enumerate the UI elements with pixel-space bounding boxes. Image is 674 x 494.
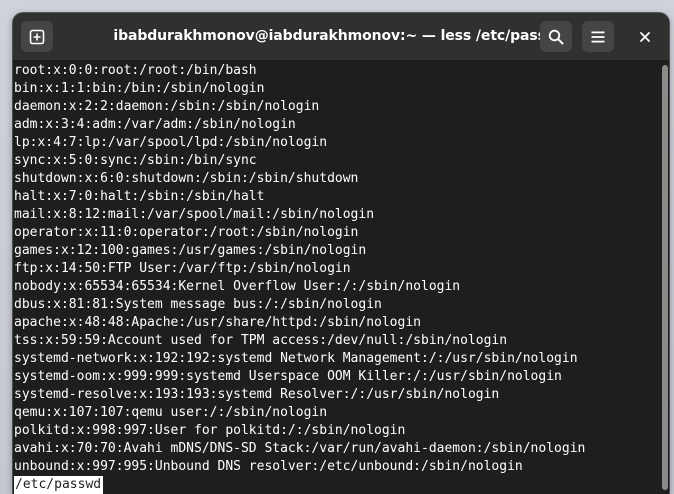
terminal-line: systemd-network:x:192:192:systemd Networ…	[14, 351, 578, 366]
terminal-line: unbound:x:997:995:Unbound DNS resolver:/…	[14, 459, 523, 474]
terminal-line: tss:x:59:59:Account used for TPM access:…	[14, 333, 508, 348]
terminal-line: systemd-resolve:x:193:193:systemd Resolv…	[14, 387, 500, 402]
terminal-line: adm:x:3:4:adm:/var/adm:/sbin/nologin	[14, 117, 296, 132]
terminal-line: avahi:x:70:70:Avahi mDNS/DNS-SD Stack:/v…	[14, 441, 586, 456]
terminal-window: ibabdurakhmonov@iabdurakhmonov:~ — less …	[13, 13, 669, 494]
close-button[interactable]	[629, 21, 661, 52]
terminal-line: bin:x:1:1:bin:/bin:/sbin/nologin	[14, 81, 265, 96]
new-tab-button[interactable]	[21, 21, 53, 52]
terminal-line: daemon:x:2:2:daemon:/sbin:/sbin/nologin	[14, 99, 320, 114]
terminal-line: games:x:12:100:games:/usr/games:/sbin/no…	[14, 243, 367, 258]
hamburger-menu-icon	[591, 31, 605, 42]
terminal-line: sync:x:5:0:sync:/sbin:/bin/sync	[14, 153, 257, 168]
terminal-line: halt:x:7:0:halt:/sbin:/sbin/halt	[14, 189, 265, 204]
terminal-line: nobody:x:65534:65534:Kernel Overflow Use…	[14, 279, 461, 294]
main-menu-button[interactable]	[582, 21, 614, 52]
scrollbar-thumb[interactable]	[662, 65, 668, 490]
terminal-output: root:x:0:0:root:/root:/bin/bash bin:x:1:…	[14, 62, 585, 476]
terminal-line: systemd-oom:x:999:999:systemd Userspace …	[14, 369, 562, 384]
terminal-line: shutdown:x:6:0:shutdown:/sbin:/sbin/shut…	[14, 171, 359, 186]
terminal-line: mail:x:8:12:mail:/var/spool/mail:/sbin/n…	[14, 207, 375, 222]
search-icon	[548, 29, 564, 44]
terminal-line: lp:x:4:7:lp:/var/spool/lpd:/sbin/nologin	[14, 135, 328, 150]
terminal-scrollbar[interactable]	[661, 61, 669, 494]
terminal-line: operator:x:11:0:operator:/root:/sbin/nol…	[14, 225, 359, 240]
less-status-line: /etc/passwd	[14, 476, 104, 494]
search-button[interactable]	[540, 21, 572, 52]
terminal-line: apache:x:48:48:Apache:/usr/share/httpd:/…	[14, 315, 421, 330]
terminal-line: qemu:x:107:107:qemu user:/:/sbin/nologin	[14, 405, 328, 420]
new-tab-icon	[29, 29, 45, 44]
terminal-view[interactable]: root:x:0:0:root:/root:/bin/bash bin:x:1:…	[13, 61, 661, 494]
header-bar: ibabdurakhmonov@iabdurakhmonov:~ — less …	[13, 13, 669, 61]
close-icon	[640, 31, 650, 42]
desktop-background: ibabdurakhmonov@iabdurakhmonov:~ — less …	[0, 0, 674, 494]
terminal-line: dbus:x:81:81:System message bus:/:/sbin/…	[14, 297, 382, 312]
terminal-line: root:x:0:0:root:/root:/bin/bash	[14, 63, 257, 78]
terminal-line: polkitd:x:998:997:User for polkitd:/:/sb…	[14, 423, 406, 438]
terminal-line: ftp:x:14:50:FTP User:/var/ftp:/sbin/nolo…	[14, 261, 351, 276]
